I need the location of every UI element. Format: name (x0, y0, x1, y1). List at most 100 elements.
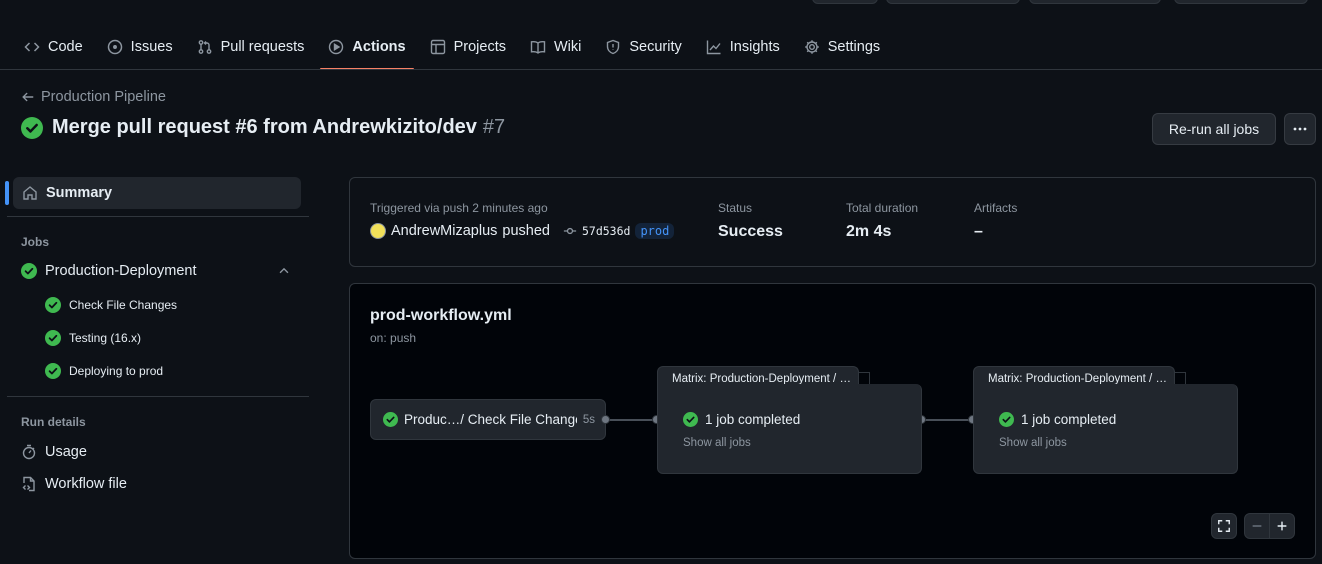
tab-label: Projects (453, 39, 506, 55)
matrix-node-production-deployment[interactable]: 1 job completed Show all jobs (657, 384, 922, 474)
workflow-graph-card: prod-workflow.yml on: push Produc…/ Chec… (349, 283, 1316, 559)
tab-label: Insights (729, 39, 780, 55)
sidebar-step-check-file-changes[interactable]: Check File Changes (45, 297, 177, 313)
success-check-icon (999, 412, 1014, 427)
duration-value: 2m 4s (846, 223, 892, 240)
home-icon (23, 186, 37, 200)
more-options-button[interactable] (1284, 113, 1316, 145)
sidebar-step-testing[interactable]: Testing (16.x) (45, 330, 141, 346)
tab-pull-requests[interactable]: Pull requests (189, 24, 313, 70)
success-check-icon (21, 116, 43, 139)
top-toolbar-button[interactable] (1174, 0, 1308, 4)
workflow-trigger: on: push (370, 331, 417, 345)
tab-issues[interactable]: Issues (99, 24, 181, 70)
show-all-jobs-link[interactable]: Show all jobs (999, 437, 1067, 449)
success-check-icon (45, 363, 61, 379)
connector-dot (601, 415, 610, 424)
status-value: Success (718, 223, 783, 240)
minus-icon (1252, 525, 1262, 527)
workflow-file-name: prod-workflow.yml (370, 307, 512, 324)
success-check-icon (45, 297, 61, 313)
sidebar-step-label: Testing (16.x) (69, 331, 142, 345)
tab-actions[interactable]: Actions (320, 24, 414, 70)
success-check-icon (45, 330, 61, 346)
sidebar-job-production-deployment[interactable]: Production-Deployment (21, 263, 301, 279)
repo-tab-nav: Code Issues Pull requests Actions Projec… (16, 24, 896, 70)
duration-label: Total duration (846, 201, 919, 215)
matrix-status: 1 job completed (683, 412, 800, 427)
rerun-all-jobs-button[interactable]: Re-run all jobs (1152, 113, 1276, 145)
success-check-icon (683, 412, 698, 427)
run-number: #7 (482, 116, 506, 138)
tabs-divider (0, 69, 1322, 70)
actor-name[interactable]: AndrewMizaplus (391, 223, 497, 239)
sidebar-step-label: Deploying to prod (69, 364, 164, 378)
back-to-workflow-link[interactable]: Production Pipeline (21, 89, 166, 105)
job-node-duration: 5s (582, 413, 595, 426)
artifacts-label: Artifacts (974, 201, 1018, 215)
matrix-status-text: 1 job completed (705, 412, 801, 427)
sidebar-step-deploying[interactable]: Deploying to prod (45, 363, 163, 379)
status-label: Status (718, 201, 753, 215)
jobs-heading: Jobs (21, 235, 50, 249)
matrix-stack-edge (858, 372, 870, 384)
matrix-stack-edge (1174, 372, 1186, 384)
sidebar-item-summary[interactable]: Summary (13, 177, 301, 209)
kebab-horizontal-icon (1293, 127, 1307, 131)
tab-projects[interactable]: Projects (422, 24, 514, 70)
avatar[interactable] (370, 223, 386, 239)
sidebar-divider (7, 216, 309, 217)
run-details-heading: Run details (21, 415, 86, 429)
tab-label: Code (48, 39, 83, 55)
graph-icon (706, 40, 721, 55)
job-node-check-file-changes[interactable]: Produc…/ Check File Changes 5s (370, 399, 606, 440)
tab-wiki[interactable]: Wiki (522, 24, 589, 70)
table-icon (430, 39, 445, 55)
commit-sha-link[interactable]: 57d536d (582, 224, 630, 238)
chevron-up-icon[interactable] (277, 264, 291, 278)
tab-settings[interactable]: Settings (796, 24, 888, 70)
artifacts-value: – (974, 223, 983, 240)
trigger-text: Triggered via push 2 minutes ago (370, 201, 548, 215)
sidebar-item-label: Workflow file (45, 476, 127, 492)
run-title-text: Merge pull request #6 from Andrewkizito/… (52, 116, 505, 139)
fullscreen-button[interactable] (1211, 513, 1237, 539)
success-check-icon (21, 263, 37, 279)
tab-label: Actions (352, 39, 406, 55)
sidebar-item-label: Usage (45, 444, 87, 460)
top-toolbar-button[interactable] (886, 0, 1020, 4)
code-icon (24, 42, 40, 52)
active-indicator (5, 181, 9, 205)
sidebar-item-label: Summary (46, 185, 113, 201)
job-node-label: Produc…/ Check File Changes (404, 412, 577, 427)
matrix-node-production-deployment[interactable]: 1 job completed Show all jobs (973, 384, 1238, 474)
tab-insights[interactable]: Insights (698, 24, 788, 70)
run-title: Merge pull request #6 from Andrewkizito/… (21, 116, 505, 139)
workflow-name-link[interactable]: Production Pipeline (41, 89, 166, 105)
tab-security[interactable]: Security (597, 24, 689, 70)
graph-connector (606, 419, 657, 421)
show-all-jobs-link[interactable]: Show all jobs (683, 437, 751, 449)
sidebar-item-usage[interactable]: Usage (21, 444, 87, 460)
arrow-left-icon (22, 92, 34, 102)
sidebar-item-workflow-file[interactable]: Workflow file (21, 476, 127, 492)
success-check-icon (383, 412, 398, 427)
graph-connector (922, 419, 973, 421)
matrix-status-text: 1 job completed (1021, 412, 1117, 427)
top-toolbar-button[interactable] (812, 0, 878, 4)
issue-icon (107, 39, 122, 55)
top-toolbar-button[interactable] (1029, 0, 1161, 4)
matrix-status: 1 job completed (999, 412, 1116, 427)
zoom-in-button[interactable] (1269, 513, 1295, 539)
zoom-out-button[interactable] (1244, 513, 1270, 539)
fullscreen-icon (1218, 520, 1230, 532)
stopwatch-icon (22, 444, 36, 460)
shield-icon (607, 39, 620, 55)
tab-label: Settings (827, 39, 881, 55)
plus-icon (1277, 521, 1287, 531)
book-icon (530, 40, 546, 54)
tab-label: Wiki (553, 39, 582, 55)
tab-code[interactable]: Code (16, 24, 91, 70)
branch-badge[interactable]: prod (635, 223, 675, 239)
tab-label: Security (629, 39, 682, 55)
